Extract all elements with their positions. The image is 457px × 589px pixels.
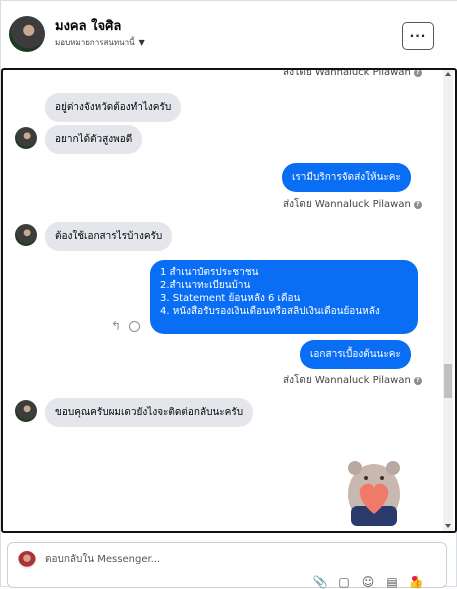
react-emoji-icon[interactable] <box>129 321 140 332</box>
conversation-header: มงคล ใจศิล มอบหมายการสนทนานี้ ▼ ··· <box>1 1 457 69</box>
incoming-message[interactable]: อยากได้ตัวสูงพอดี <box>45 125 143 154</box>
list-item: 4. หนังสือรับรองเงินเดือนหรือสลิปเงินเดื… <box>160 306 380 317</box>
outgoing-message-list[interactable]: 1 สำเนาบัตรประชาชน 2.สำเนาทะเบียนบ้าน 3.… <box>150 260 418 334</box>
reply-input[interactable]: ตอบกลับใน Messenger... <box>45 552 160 567</box>
sent-by-label: ส่งโดย Wannaluck Pilawan ? <box>283 197 422 212</box>
page-avatar <box>18 551 36 569</box>
notification-dot <box>412 576 417 581</box>
assign-conversation-dropdown[interactable]: มอบหมายการสนทนานี้ ▼ <box>55 36 145 49</box>
contact-avatar-small <box>15 400 37 422</box>
incoming-message[interactable]: ต้องใช้เอกสารไรบ้างครับ <box>45 222 173 251</box>
list-item: 3. Statement ย้อนหลัง 6 เดือน <box>160 293 301 304</box>
message-thread[interactable]: ส่งโดย Wannaluck Pilawan ? อยู่ต่างจังหว… <box>1 68 457 533</box>
contact-avatar-small <box>15 224 37 246</box>
sticker-bear-heart[interactable] <box>335 454 413 528</box>
sent-by-label: ส่งโดย Wannaluck Pilawan ? <box>283 68 422 80</box>
scrollbar[interactable] <box>443 70 453 531</box>
scroll-up-arrow-icon[interactable] <box>445 72 451 76</box>
list-item: 1 สำเนาบัตรประชาชน <box>160 267 259 278</box>
sent-by-text: ส่งโดย Wannaluck Pilawan <box>283 199 411 210</box>
sent-by-label: ส่งโดย Wannaluck Pilawan ? <box>283 373 422 388</box>
more-options-button[interactable]: ··· <box>402 22 434 50</box>
incoming-message[interactable]: ขอบคุณครับผมเดวยังไงจะติดต่อกลับนะครับ <box>45 398 254 427</box>
incoming-message[interactable]: อยู่ต่างจังหวัดต้องทำไงครับ <box>45 93 182 122</box>
list-item: 2.สำเนาทะเบียนบ้าน <box>160 280 251 291</box>
assign-label: มอบหมายการสนทนานี้ <box>55 38 135 47</box>
reply-icon[interactable]: ↰ <box>111 319 121 333</box>
info-icon[interactable]: ? <box>413 376 422 385</box>
reply-composer[interactable]: ตอบกลับใน Messenger... 📎 ▢ ☺ ▤ 👍 <box>7 542 447 589</box>
outgoing-message[interactable]: เรามีบริการจัดส่งให้นะคะ <box>282 163 411 192</box>
contact-avatar[interactable] <box>9 16 45 52</box>
outgoing-message[interactable]: เอกสารเบื้องต้นนะคะ <box>300 340 411 369</box>
messenger-panel: มงคล ใจศิล มอบหมายการสนทนานี้ ▼ ··· ส่งโ… <box>0 0 457 589</box>
contact-name[interactable]: มงคล ใจศิล <box>55 15 121 36</box>
caret-down-icon: ▼ <box>138 38 145 47</box>
info-icon[interactable]: ? <box>413 70 422 77</box>
contact-avatar-small <box>15 127 37 149</box>
sent-by-text: ส่งโดย Wannaluck Pilawan <box>283 375 411 386</box>
scrollbar-thumb[interactable] <box>444 364 452 398</box>
scroll-down-arrow-icon[interactable] <box>445 524 451 528</box>
sent-by-text: ส่งโดย Wannaluck Pilawan <box>283 68 411 78</box>
info-icon[interactable]: ? <box>413 200 422 209</box>
